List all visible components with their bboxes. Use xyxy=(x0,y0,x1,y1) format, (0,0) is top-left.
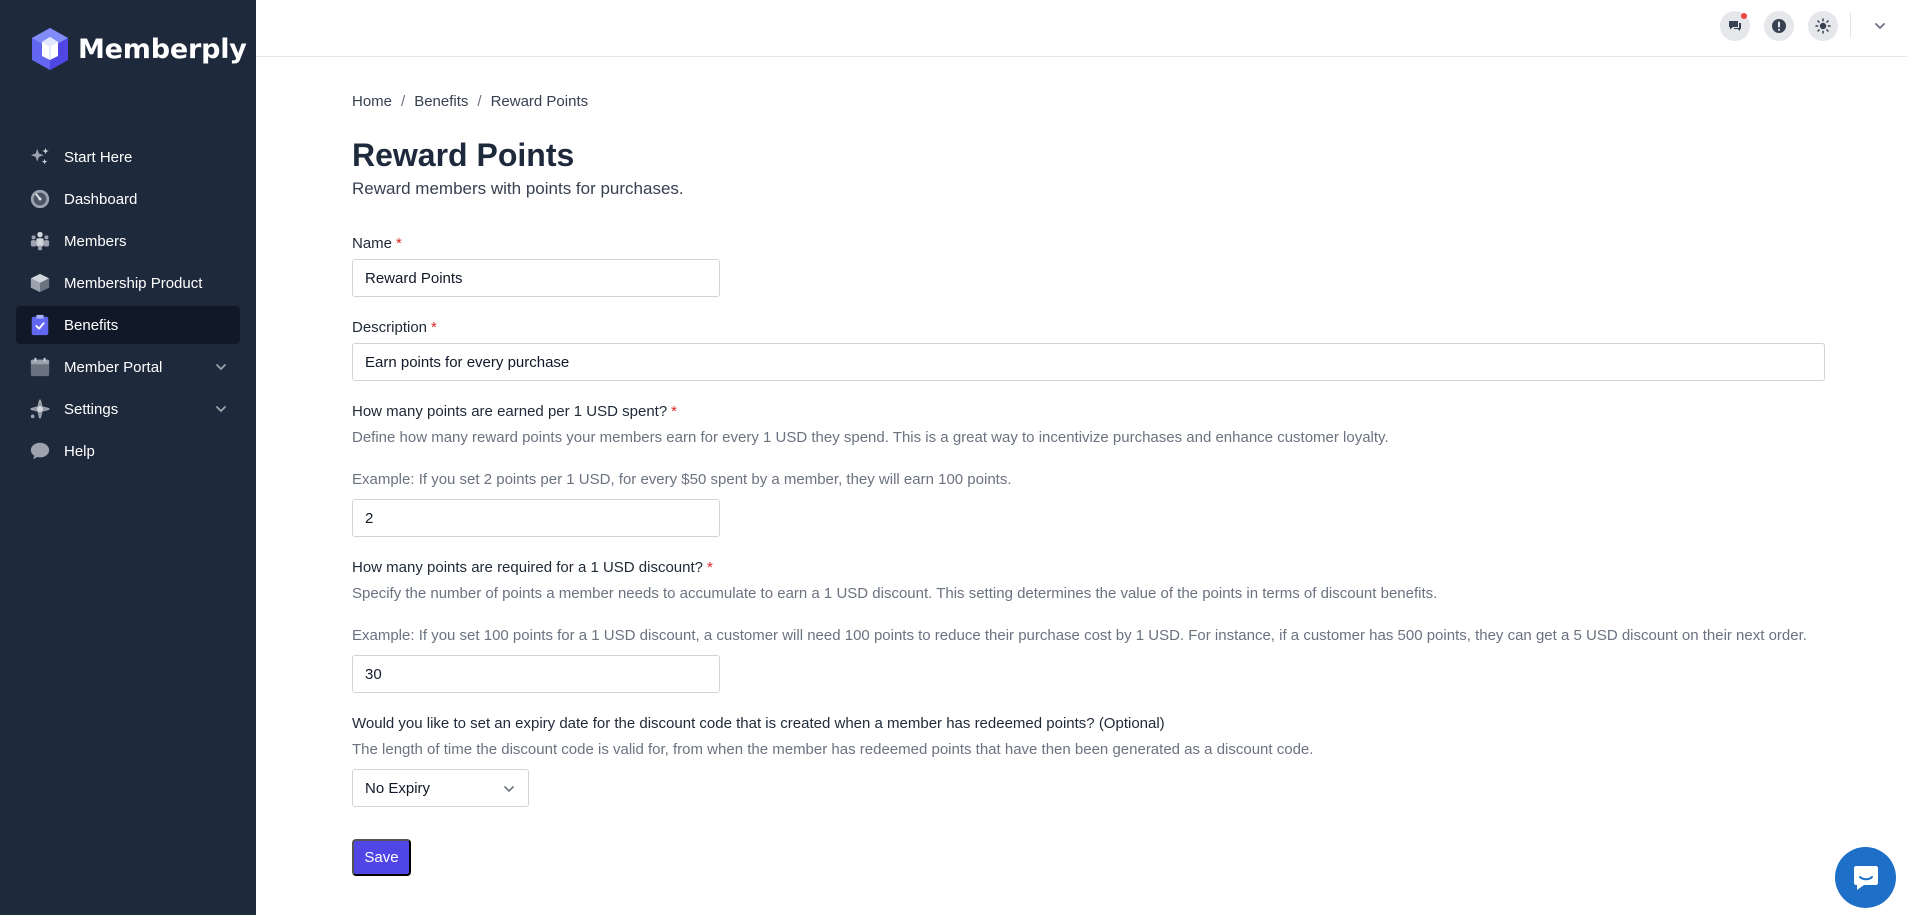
sidebar-nav: Start Here Dashboard Members Membership … xyxy=(16,138,240,474)
alert-icon[interactable] xyxy=(1764,11,1794,41)
sidebar-item-benefits[interactable]: Benefits xyxy=(16,306,240,344)
cube-icon xyxy=(28,271,52,295)
logo[interactable]: Memberply xyxy=(28,26,247,72)
breadcrumb: Home / Benefits / Reward Points xyxy=(352,93,588,110)
calendar-icon xyxy=(28,355,52,379)
breadcrumb-current: Reward Points xyxy=(490,93,589,110)
description-label: Description * xyxy=(352,319,437,336)
sidebar-item-membership-product[interactable]: Membership Product xyxy=(16,264,240,302)
points-required-example: Example: If you set 100 points for a 1 U… xyxy=(352,627,1807,644)
breadcrumb-separator: / xyxy=(401,93,406,110)
topbar xyxy=(256,0,1907,57)
clipboard-check-icon xyxy=(28,313,52,337)
required-mark: * xyxy=(671,403,678,420)
sidebar-item-label: Members xyxy=(64,232,127,250)
expiry-select[interactable]: No Expiry xyxy=(352,769,529,807)
sun-icon[interactable] xyxy=(1808,11,1838,41)
logo-cube-icon xyxy=(32,28,68,70)
points-earned-help: Define how many reward points your membe… xyxy=(352,429,1389,446)
chat-icon[interactable] xyxy=(1720,11,1750,41)
chevron-down-icon xyxy=(504,786,514,793)
notification-dot xyxy=(1741,13,1747,19)
description-field[interactable]: Earn points for every purchase xyxy=(352,343,1825,381)
points-required-field[interactable]: 30 xyxy=(352,655,720,693)
sidebar-item-label: Dashboard xyxy=(64,190,138,208)
required-mark: * xyxy=(431,319,437,336)
sidebar-item-settings[interactable]: Settings xyxy=(16,390,240,428)
sidebar-item-member-portal[interactable]: Member Portal xyxy=(16,348,240,386)
save-button[interactable]: Save xyxy=(352,839,411,876)
name-label-text: Name xyxy=(352,235,393,252)
expiry-label: Would you like to set an expiry date for… xyxy=(352,715,1165,732)
points-earned-label: How many points are earned per 1 USD spe… xyxy=(352,403,677,420)
page-subtitle: Reward members with points for purchases… xyxy=(352,179,684,198)
sidebar-item-label: Settings xyxy=(64,400,119,418)
chat-bubble-icon xyxy=(1853,865,1878,890)
chevron-down-icon[interactable] xyxy=(214,402,228,416)
settings-icon xyxy=(28,397,52,421)
breadcrumb-separator: / xyxy=(477,93,482,110)
sidebar-item-label: Start Here xyxy=(64,148,133,166)
points-earned-label-text: How many points are earned per 1 USD spe… xyxy=(352,403,668,420)
sidebar-item-dashboard[interactable]: Dashboard xyxy=(16,180,240,218)
chevron-down-icon[interactable] xyxy=(1873,19,1887,33)
sidebar: Memberply Start Here Dashboard Members M… xyxy=(0,0,256,915)
description-label-text: Description xyxy=(352,319,428,336)
chat-widget-button[interactable] xyxy=(1835,847,1896,908)
sidebar-item-label: Membership Product xyxy=(64,274,203,292)
sidebar-item-members[interactable]: Members xyxy=(16,222,240,260)
name-field[interactable]: Reward Points xyxy=(352,259,720,297)
expiry-help: The length of time the discount code is … xyxy=(352,741,1314,758)
sidebar-item-label: Benefits xyxy=(64,316,119,334)
sidebar-item-help[interactable]: Help xyxy=(16,432,240,470)
name-label: Name * xyxy=(352,235,402,252)
sidebar-item-start-here[interactable]: Start Here xyxy=(16,138,240,176)
sidebar-item-label: Help xyxy=(64,442,95,460)
logo-text: Memberply xyxy=(78,33,247,65)
expiry-select-value: No Expiry xyxy=(365,779,431,797)
points-required-help: Specify the number of points a member ne… xyxy=(352,585,1438,602)
breadcrumb-benefits[interactable]: Benefits xyxy=(414,93,468,110)
required-mark: * xyxy=(707,559,713,576)
page-title: Reward Points xyxy=(352,137,575,173)
topbar-divider xyxy=(1850,12,1851,38)
users-icon xyxy=(28,229,52,253)
points-earned-example: Example: If you set 2 points per 1 USD, … xyxy=(352,471,1012,488)
required-mark: * xyxy=(396,235,402,252)
chevron-down-icon[interactable] xyxy=(214,360,228,374)
sidebar-item-label: Member Portal xyxy=(64,358,163,376)
points-earned-field[interactable]: 2 xyxy=(352,499,720,537)
gauge-icon xyxy=(28,187,52,211)
sparkles-icon xyxy=(28,145,52,169)
breadcrumb-home[interactable]: Home xyxy=(352,93,392,110)
chat-bubble-icon xyxy=(28,439,52,463)
points-required-label-text: How many points are required for a 1 USD… xyxy=(352,559,704,576)
points-required-label: How many points are required for a 1 USD… xyxy=(352,559,713,576)
